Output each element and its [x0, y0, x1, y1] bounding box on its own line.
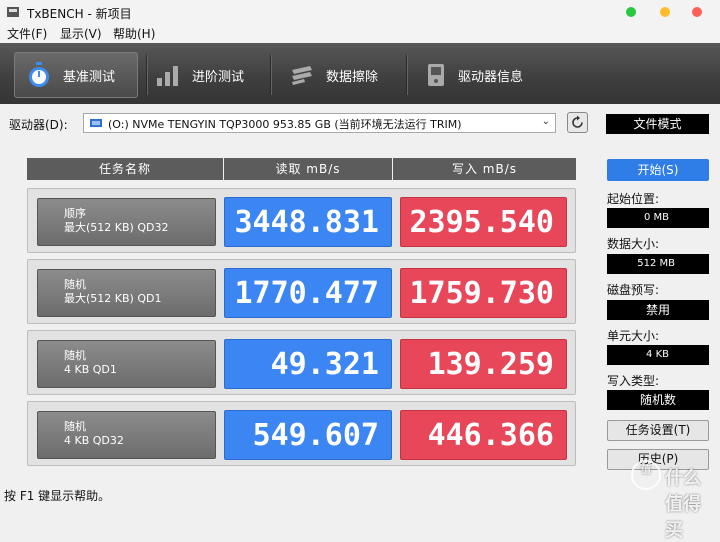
watermark-logo: 值 什么值得买: [631, 456, 715, 541]
task-params: 4 KB QD32: [64, 434, 124, 447]
drive-icon: [90, 119, 102, 127]
write-type-value[interactable]: 随机数: [607, 390, 709, 410]
drive-info-icon: [428, 64, 444, 86]
toolbar-divider: [146, 55, 148, 95]
start-position-value[interactable]: 0 MB: [607, 208, 709, 228]
app-logo-icon: [7, 7, 19, 17]
task-type: 随机: [64, 349, 86, 362]
result-row: 随机 最大(512 KB) QD1 1770.477 1759.730: [27, 259, 576, 324]
refresh-icon: [572, 115, 583, 128]
tab-benchmark[interactable]: 基准测试: [14, 52, 138, 98]
status-bar: 按 F1 键显示帮助。: [0, 485, 720, 503]
data-size-value[interactable]: 512 MB: [607, 254, 709, 274]
tab-advanced-label: 进阶测试: [192, 69, 245, 85]
tab-drive-info-label: 驱动器信息: [458, 69, 524, 85]
task-button[interactable]: 随机 4 KB QD1: [37, 340, 216, 388]
write-value: 2395.540: [400, 197, 567, 247]
task-params: 最大(512 KB) QD32: [64, 221, 169, 234]
drive-label: 驱动器(D):: [9, 118, 68, 132]
read-value: 3448.831: [224, 197, 392, 247]
toolbar-divider: [406, 55, 408, 95]
title-bar: TxBENCH - 新项目: [0, 0, 720, 24]
maximize-button[interactable]: [660, 7, 670, 17]
unit-size-label: 单元大小:: [607, 329, 660, 343]
write-type-label: 写入类型:: [607, 374, 660, 388]
unit-size-value[interactable]: 4 KB: [607, 345, 709, 365]
close-button[interactable]: [692, 7, 702, 17]
write-value: 1759.730: [400, 268, 567, 318]
watermark-badge-icon: 值: [631, 460, 661, 490]
tab-advanced[interactable]: 进阶测试: [156, 52, 244, 98]
header-read: 读取 mB/s: [224, 158, 392, 180]
start-button[interactable]: 开始(S): [607, 159, 709, 181]
start-position-label: 起始位置:: [607, 192, 660, 206]
task-button[interactable]: 随机 4 KB QD32: [37, 411, 216, 459]
read-value: 49.321: [224, 339, 392, 389]
write-value: 446.366: [400, 410, 567, 460]
result-row: 顺序 最大(512 KB) QD32 3448.831 2395.540: [27, 188, 576, 253]
file-mode-button[interactable]: 文件模式: [606, 114, 709, 134]
tab-drive-info[interactable]: 驱动器信息: [426, 52, 523, 98]
toolbar-divider: [270, 55, 272, 95]
bar-chart-icon: [157, 66, 178, 86]
task-params: 4 KB QD1: [64, 363, 117, 376]
eraser-icon: [292, 66, 312, 85]
task-button[interactable]: 随机 最大(512 KB) QD1: [37, 269, 216, 317]
data-size-label: 数据大小:: [607, 237, 660, 251]
refresh-button[interactable]: [567, 112, 588, 133]
task-button[interactable]: 顺序 最大(512 KB) QD32: [37, 198, 216, 246]
task-type: 顺序: [64, 207, 86, 220]
header-task-name: 任务名称: [27, 158, 223, 180]
tab-benchmark-label: 基准测试: [63, 69, 116, 85]
header-write: 写入 mB/s: [393, 158, 576, 180]
task-type: 随机: [64, 420, 86, 433]
task-settings-button[interactable]: 任务设置(T): [607, 420, 709, 441]
menu-help[interactable]: 帮助(H): [113, 25, 155, 42]
menu-file[interactable]: 文件(F): [7, 25, 47, 42]
result-row: 随机 4 KB QD32 549.607 446.366: [27, 401, 576, 466]
main-toolbar: 基准测试 进阶测试 数据擦除 驱动器信息: [0, 43, 720, 104]
watermark-text: 什么值得买: [665, 468, 701, 541]
task-params: 最大(512 KB) QD1: [64, 292, 162, 305]
tab-erase-label: 数据擦除: [326, 69, 379, 85]
window-title: TxBENCH - 新项目: [27, 7, 132, 21]
precondition-label: 磁盘预写:: [607, 283, 660, 297]
result-row: 随机 4 KB QD1 49.321 139.259: [27, 330, 576, 395]
minimize-button[interactable]: [626, 7, 636, 17]
menu-view[interactable]: 显示(V): [60, 25, 102, 42]
drive-select[interactable]: (O:) NVMe TENGYIN TQP3000 953.85 GB (当前环…: [83, 113, 556, 133]
stopwatch-icon: [29, 62, 49, 87]
chevron-down-icon: ⌄: [541, 116, 550, 127]
read-value: 1770.477: [224, 268, 392, 318]
precondition-value[interactable]: 禁用: [607, 300, 709, 320]
tab-erase[interactable]: 数据擦除: [290, 52, 378, 98]
drive-select-value: (O:) NVMe TENGYIN TQP3000 953.85 GB (当前环…: [108, 118, 462, 131]
write-value: 139.259: [400, 339, 567, 389]
menu-bar: 文件(F) 显示(V) 帮助(H): [0, 24, 720, 43]
task-type: 随机: [64, 278, 86, 291]
status-text: 按 F1 键显示帮助。: [4, 489, 111, 503]
read-value: 549.607: [224, 410, 392, 460]
